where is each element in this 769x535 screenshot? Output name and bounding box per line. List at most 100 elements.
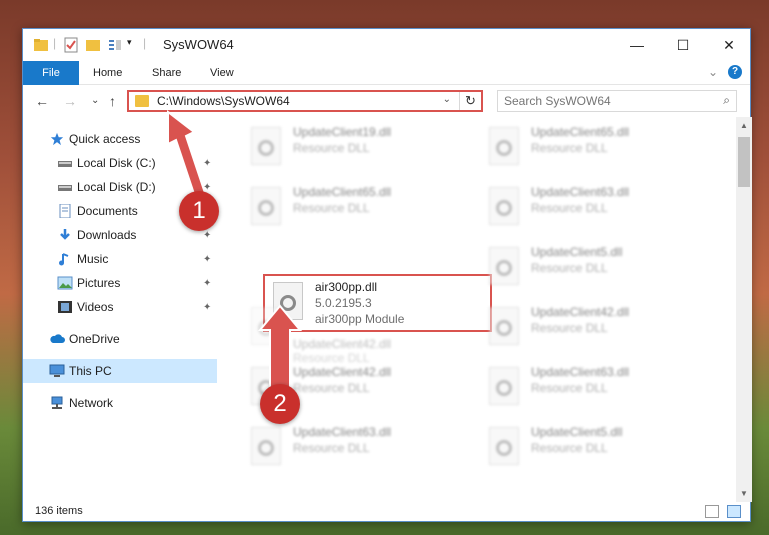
dll-file-icon — [251, 127, 281, 165]
sidebar-item-network[interactable]: Network — [23, 391, 217, 415]
forward-arrow-icon[interactable]: → — [63, 93, 77, 109]
scroll-up-arrow-icon[interactable]: ▲ — [736, 121, 752, 130]
folder-icon — [34, 39, 48, 51]
dll-file-icon — [251, 307, 281, 345]
large-icons-view-icon[interactable] — [727, 505, 741, 518]
file-tile[interactable]: UpdateClient63.dll Resource DLL — [481, 181, 711, 237]
file-description: Resource DLL — [293, 381, 370, 395]
gear-icon — [496, 140, 512, 156]
file-tile[interactable]: UpdateClient65.dll Resource DLL — [481, 121, 711, 177]
sidebar-item-label: Pictures — [77, 276, 121, 290]
sidebar-item-label: Documents — [77, 204, 138, 218]
sidebar-item-quick-access[interactable]: Quick access — [23, 127, 217, 151]
drive-icon — [58, 161, 72, 167]
sidebar-item-label: Local Disk (D:) — [77, 180, 156, 194]
sidebar-item-label: Quick access — [69, 132, 141, 146]
help-icon[interactable]: ? — [728, 65, 742, 79]
window-title: SysWOW64 — [163, 37, 234, 52]
file-description: Resource DLL — [531, 261, 608, 275]
search-icon[interactable]: ⌕ — [723, 93, 730, 108]
properties-icon[interactable] — [63, 37, 79, 53]
file-name: UpdateClient5.dll — [531, 425, 623, 439]
up-arrow-icon[interactable]: ↑ — [109, 93, 116, 109]
back-arrow-icon[interactable]: ← — [35, 93, 49, 109]
tab-file[interactable]: File — [23, 61, 79, 85]
address-path: C:\Windows\SysWOW64 — [157, 94, 290, 108]
folder-icon — [135, 95, 149, 107]
pin-icon[interactable]: ✦ — [203, 254, 211, 265]
sidebar-item-onedrive[interactable]: OneDrive — [23, 327, 217, 351]
details-view-icon[interactable] — [705, 505, 719, 518]
sidebar-item-label: OneDrive — [69, 332, 120, 346]
file-tile[interactable]: UpdateClient42.dll Resource DLL — [243, 301, 473, 365]
file-name: UpdateClient5.dll — [531, 245, 623, 259]
search-input[interactable] — [498, 91, 698, 111]
file-tile[interactable]: UpdateClient65.dll Resource DLL — [243, 181, 473, 237]
file-tile[interactable]: UpdateClient19.dll Resource DLL — [243, 121, 473, 177]
close-button[interactable]: ✕ — [706, 29, 752, 61]
file-name: UpdateClient63.dll — [293, 425, 392, 439]
address-dropdown-chevron-icon[interactable]: ⌄ — [443, 94, 451, 105]
maximize-button[interactable]: ☐ — [660, 29, 706, 61]
address-bar[interactable]: C:\Windows\SysWOW64 ⌄ ↻ — [127, 90, 483, 112]
sidebar-item-label: Local Disk (C:) — [77, 156, 156, 170]
sidebar-item-videos[interactable]: Videos ✦ — [23, 295, 217, 319]
new-folder-icon[interactable] — [85, 37, 101, 53]
file-tile[interactable]: UpdateClient63.dll Resource DLL — [481, 361, 711, 417]
file-tile[interactable]: UpdateClient42.dll Resource DLL — [481, 301, 711, 357]
scroll-thumb[interactable] — [738, 137, 750, 187]
recent-locations-chevron-icon[interactable]: ⌄ — [91, 95, 99, 106]
file-description: Resource DLL — [531, 321, 608, 335]
file-name: air300pp.dll — [315, 280, 378, 294]
sidebar-item-pictures[interactable]: Pictures ✦ — [23, 271, 217, 295]
downloads-icon — [60, 229, 70, 240]
file-name: UpdateClient42.dll — [531, 305, 630, 319]
file-name: UpdateClient65.dll — [293, 185, 392, 199]
drive-icon — [58, 185, 72, 191]
tab-share[interactable]: Share — [140, 61, 193, 85]
cloud-icon — [50, 334, 65, 343]
pin-icon[interactable]: ✦ — [203, 158, 211, 169]
navigation-pane: Quick access Local Disk (C:) ✦ Local Dis… — [23, 125, 217, 500]
file-tile[interactable]: UpdateClient5.dll Resource DLL — [481, 241, 711, 297]
dll-file-icon — [251, 427, 281, 465]
sidebar-item-this-pc[interactable]: This PC — [23, 359, 217, 383]
file-name: UpdateClient42.dll — [293, 337, 392, 351]
sidebar-item-music[interactable]: Music ✦ — [23, 247, 217, 271]
sidebar-item-label: This PC — [69, 364, 112, 378]
file-name: UpdateClient19.dll — [293, 125, 392, 139]
minimize-button[interactable]: — — [614, 29, 660, 61]
network-icon — [51, 396, 63, 409]
step-1-badge: 1 — [179, 191, 219, 231]
expand-ribbon-chevron-icon[interactable]: ⌄ — [708, 65, 718, 79]
customize-toolbar-chevron-icon[interactable]: ▾ — [127, 37, 132, 48]
view-options-icon[interactable] — [107, 37, 123, 53]
star-icon — [50, 132, 64, 146]
file-description: Resource DLL — [293, 201, 370, 215]
sidebar-item-label: Downloads — [77, 228, 137, 242]
gear-icon — [258, 320, 274, 336]
file-description: Resource DLL — [293, 141, 370, 155]
gear-icon — [258, 440, 274, 456]
music-icon — [59, 253, 69, 266]
file-tile[interactable]: UpdateClient5.dll Resource DLL — [481, 421, 711, 477]
step-2-badge: 2 — [260, 384, 300, 424]
vertical-scrollbar[interactable]: ▲ ▼ — [736, 117, 752, 502]
file-description: Resource DLL — [531, 201, 608, 215]
title-bar: | ▾ | SysWOW64 — ☐ ✕ — [23, 29, 750, 61]
gear-icon — [496, 260, 512, 276]
gear-icon — [496, 440, 512, 456]
gear-icon — [496, 320, 512, 336]
tab-home[interactable]: Home — [81, 61, 134, 85]
file-list: UpdateClient19.dll Resource DLL UpdateCl… — [217, 117, 737, 502]
refresh-icon[interactable]: ↻ — [459, 92, 481, 110]
pin-icon[interactable]: ✦ — [203, 302, 211, 313]
scroll-down-arrow-icon[interactable]: ▼ — [736, 489, 752, 498]
tab-view[interactable]: View — [198, 61, 246, 85]
pin-icon[interactable]: ✦ — [203, 278, 211, 289]
sidebar-item-label: Videos — [77, 300, 114, 314]
search-box[interactable]: ⌕ — [497, 90, 737, 112]
sidebar-item-local-disk-c[interactable]: Local Disk (C:) ✦ — [23, 151, 217, 175]
file-tile[interactable]: UpdateClient63.dll Resource DLL — [243, 421, 473, 477]
pin-icon[interactable]: ✦ — [203, 230, 211, 241]
